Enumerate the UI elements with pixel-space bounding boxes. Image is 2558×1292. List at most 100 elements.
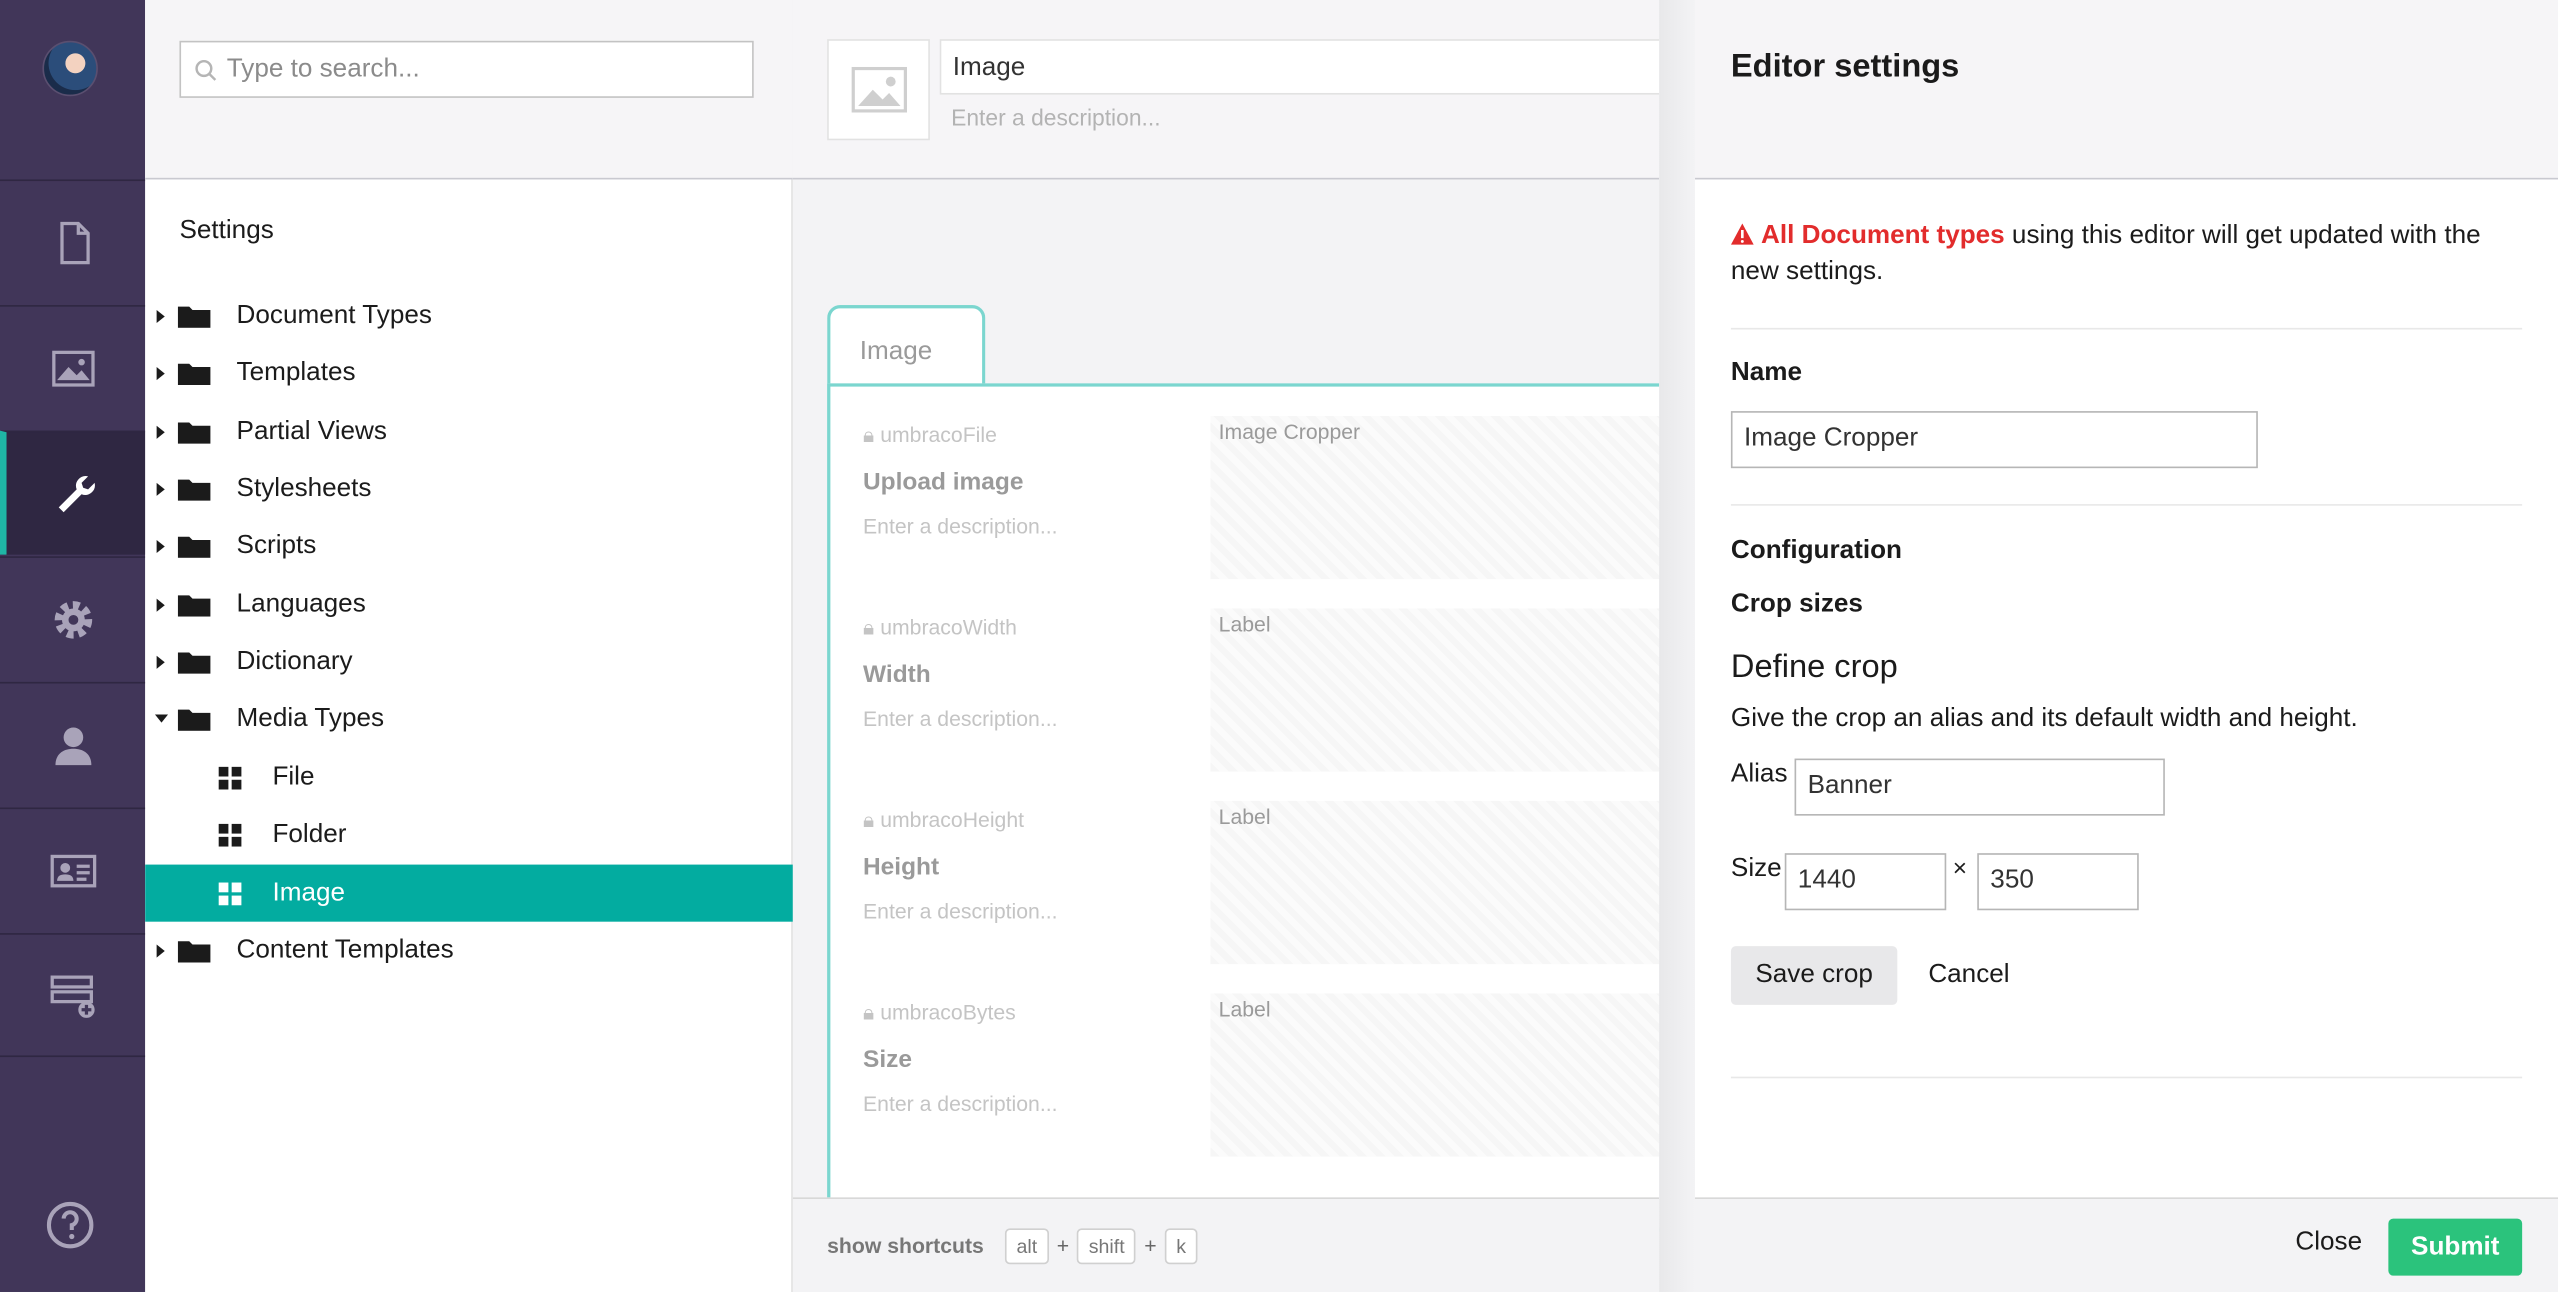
submit-button[interactable]: Submit (2388, 1218, 2523, 1276)
tree-node-partial-views[interactable]: Partial Views (145, 403, 793, 460)
tree-node-dictionary[interactable]: Dictionary (145, 633, 793, 690)
show-shortcuts-link[interactable]: show shortcuts (827, 1233, 984, 1257)
panel-shadow (1659, 0, 1696, 1292)
folder-icon (177, 363, 211, 385)
tree-node-label: Media Types (236, 703, 385, 732)
property-row[interactable]: 🔒︎ umbracoBytes Size Enter a description… (830, 964, 1660, 1157)
media-type-name-input[interactable]: Image (939, 39, 1660, 95)
configuration-label: Configuration (1730, 536, 1903, 565)
close-button[interactable]: Close (2295, 1228, 2362, 1257)
tree-node-label: Document Types (236, 300, 432, 329)
help-icon[interactable] (44, 1199, 96, 1259)
tree-node-label: File (272, 762, 315, 791)
form-add-icon (49, 975, 94, 1018)
tree-node-label: Partial Views (236, 416, 387, 445)
divider (1730, 504, 2523, 506)
media-section-icon[interactable] (0, 305, 146, 429)
folder-icon (177, 709, 211, 731)
editor-header: Image Enter a description... (792, 0, 1660, 180)
tree-header: Type to search... (145, 0, 793, 180)
user-avatar[interactable] (42, 40, 98, 97)
folder-icon (177, 536, 211, 558)
tree-node-folder[interactable]: Folder (145, 806, 793, 863)
expand-caret-icon[interactable] (156, 482, 165, 496)
media-type-grid-icon (218, 881, 242, 905)
property-preview (1210, 800, 1660, 965)
tree-node-media-types[interactable]: Media Types (145, 690, 793, 747)
gear-icon (53, 600, 92, 638)
tree-node-content-templates[interactable]: Content Templates (145, 922, 793, 979)
property-row[interactable]: 🔒︎ umbracoHeight Height Enter a descript… (830, 772, 1660, 965)
users-section-icon[interactable] (0, 681, 146, 806)
tree-section-title: Settings (179, 216, 274, 245)
property-editor-type: Image Cropper (1218, 419, 1361, 444)
editor-footer: show shortcuts alt + shift + k (792, 1197, 1660, 1292)
key-shift: shift (1077, 1227, 1137, 1264)
content-section-icon[interactable] (0, 179, 146, 303)
members-section-icon[interactable] (0, 807, 146, 931)
tree-node-languages[interactable]: Languages (145, 576, 793, 633)
tree-node-templates[interactable]: Templates (145, 344, 793, 401)
tree-node-label: Content Templates (236, 935, 454, 964)
expand-caret-icon[interactable] (156, 597, 165, 611)
expand-caret-icon[interactable] (156, 424, 165, 439)
tab-image[interactable]: Image (827, 305, 986, 387)
property-description: Enter a description... (863, 1091, 1058, 1116)
save-crop-button[interactable]: Save crop (1730, 946, 1898, 1005)
expand-caret-icon[interactable] (156, 539, 165, 553)
warning-icon (1730, 223, 1754, 245)
name-label: Name (1730, 358, 1803, 387)
expand-caret-icon[interactable] (156, 366, 165, 380)
tree-node-file[interactable]: File (145, 749, 793, 806)
media-type-editor: Image Enter a description... Image 🔒︎ um… (792, 0, 1660, 1292)
panel-footer: Close Submit (1695, 1197, 2558, 1292)
property-alias: 🔒︎ umbracoBytes (863, 999, 1016, 1025)
media-type-description-input[interactable]: Enter a description... (951, 104, 1160, 130)
settings-section-icon[interactable] (0, 430, 146, 555)
cancel-button[interactable]: Cancel (1928, 946, 2009, 1005)
expand-caret-icon[interactable] (156, 943, 165, 957)
wrench-icon (57, 475, 95, 512)
media-type-icon-picker[interactable] (827, 39, 930, 141)
property-name: Width (863, 660, 931, 689)
search-placeholder: Type to search... (226, 54, 420, 83)
lock-icon: 🔒︎ (863, 615, 881, 640)
tree-node-stylesheets[interactable]: Stylesheets (145, 460, 793, 517)
property-name: Height (863, 853, 940, 881)
folder-icon (177, 595, 211, 617)
tree-panel: Type to search... Settings Document Type… (145, 0, 793, 1292)
divider (1730, 1076, 2523, 1079)
define-crop-title: Define crop (1730, 649, 1898, 686)
folder-icon (177, 652, 211, 674)
forms-section-icon[interactable] (0, 933, 146, 1058)
tree-node-image[interactable]: Image (145, 864, 793, 922)
expand-caret-icon[interactable] (156, 654, 165, 669)
collapse-caret-icon[interactable] (154, 714, 169, 723)
crop-height-input[interactable]: 350 (1977, 853, 2139, 911)
tree-node-document-types[interactable]: Document Types (145, 287, 793, 344)
warning-message: All Document types using this editor wil… (1730, 219, 2530, 291)
expand-caret-icon[interactable] (156, 309, 165, 323)
property-row[interactable]: 🔒︎ umbracoFile Upload image Enter a desc… (830, 387, 1660, 580)
property-editor-type: Label (1218, 611, 1271, 637)
tree-node-scripts[interactable]: Scripts (145, 517, 793, 574)
tree-node-label: Stylesheets (236, 473, 372, 502)
crop-width-input[interactable]: 1440 (1784, 853, 1947, 911)
property-editor-type: Label (1218, 804, 1271, 829)
folder-icon (177, 479, 211, 501)
panel-title: Editor settings (1730, 48, 1960, 85)
editor-name-input[interactable]: Image Cropper (1730, 411, 2258, 469)
crop-alias-input[interactable]: Banner (1794, 758, 2165, 816)
folder-icon (177, 422, 211, 444)
media-type-grid-icon (218, 822, 242, 846)
define-crop-help: Give the crop an alias and its default w… (1730, 704, 2358, 733)
property-editor-type: Label (1218, 996, 1271, 1022)
crop-sizes-label: Crop sizes (1730, 590, 1863, 619)
property-alias: 🔒︎ umbracoHeight (863, 807, 1025, 832)
media-type-grid-icon (218, 765, 242, 789)
alias-label: Alias (1730, 760, 1788, 788)
tree-node-label: Scripts (236, 530, 317, 559)
search-input[interactable]: Type to search... (179, 40, 754, 98)
property-row[interactable]: 🔒︎ umbracoWidth Width Enter a descriptio… (830, 579, 1660, 772)
packages-section-icon[interactable] (0, 556, 146, 680)
